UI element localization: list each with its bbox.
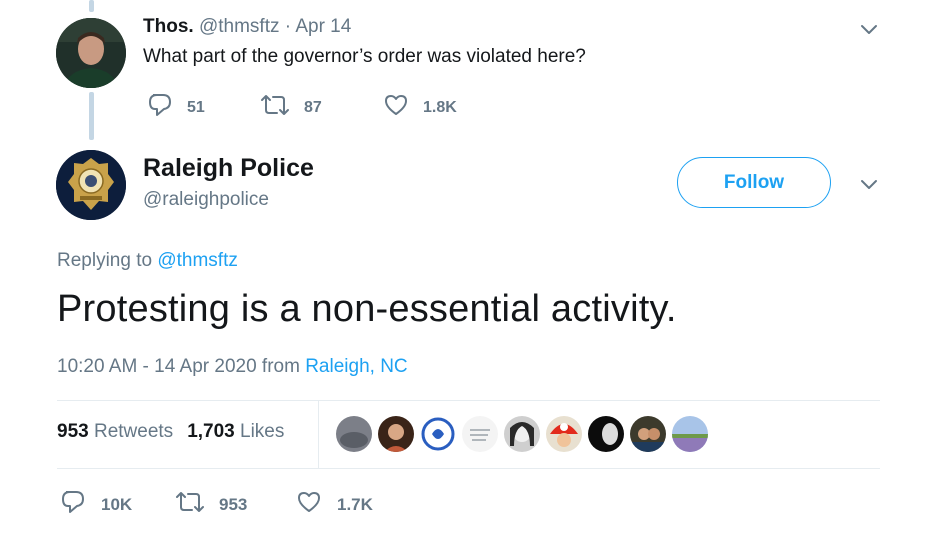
like-button[interactable]: 1.8K [383, 92, 457, 123]
heart-icon [295, 489, 337, 520]
tweet-date[interactable]: Apr 14 [295, 16, 351, 37]
like-button[interactable]: 1.7K [295, 489, 373, 520]
retweet-label: Retweets [93, 421, 174, 442]
liker-avatar[interactable] [462, 416, 498, 452]
replying-to: Replying to @thmsftz [57, 250, 238, 272]
retweet-count: 953 [219, 494, 248, 514]
divider [57, 468, 880, 469]
author-handle[interactable]: @raleighpolice [143, 189, 269, 211]
tweet-text: What part of the governor’s order was vi… [143, 46, 586, 67]
retweet-button[interactable]: 87 [260, 92, 322, 123]
liker-avatar[interactable] [336, 416, 372, 452]
retweet-total: 953 [57, 421, 89, 442]
like-count: 1.7K [337, 494, 373, 514]
reply-count: 10K [101, 494, 133, 514]
engagement-stats: 953 Retweets 1,703 Likes [57, 421, 284, 443]
chevron-down-icon[interactable] [858, 18, 880, 40]
tweet-timestamp[interactable]: 10:20 AM - 14 Apr 2020 from [57, 356, 300, 377]
liker-avatar[interactable] [588, 416, 624, 452]
author-name[interactable]: Thos. [143, 16, 194, 37]
tweet-header: Thos. @thmsftz · Apr 14 [143, 16, 351, 38]
avatar-thos[interactable] [56, 18, 126, 88]
thread-line [89, 0, 94, 12]
tweet-location[interactable]: Raleigh, NC [305, 356, 407, 377]
divider [318, 401, 319, 469]
retweet-button[interactable]: 953 [175, 489, 247, 520]
retweet-count: 87 [304, 98, 322, 116]
retweets-stat[interactable]: 953 Retweets [57, 421, 173, 442]
like-label: Likes [240, 421, 285, 442]
chevron-down-icon[interactable] [858, 173, 880, 195]
replying-prefix: Replying to [57, 250, 153, 271]
avatar-raleigh-police[interactable] [56, 150, 126, 220]
reply-icon [147, 92, 187, 123]
liker-avatar[interactable] [546, 416, 582, 452]
like-total: 1,703 [187, 421, 235, 442]
heart-icon [383, 92, 423, 123]
liker-avatar[interactable] [420, 416, 456, 452]
author-name[interactable]: Raleigh Police [143, 154, 314, 183]
meta-separator: · [284, 16, 292, 37]
divider [57, 400, 880, 401]
replying-mention[interactable]: @thmsftz [157, 250, 238, 271]
retweet-icon [260, 92, 304, 123]
follow-button[interactable]: Follow [677, 157, 831, 208]
liker-avatar[interactable] [378, 416, 414, 452]
retweet-icon [175, 489, 219, 520]
reply-icon [59, 489, 101, 520]
reply-button[interactable]: 10K [59, 489, 132, 520]
liker-avatar[interactable] [630, 416, 666, 452]
like-count: 1.8K [423, 98, 457, 116]
tweet-timestamp-row: 10:20 AM - 14 Apr 2020 from Raleigh, NC [57, 356, 408, 378]
author-handle[interactable]: @thmsftz [199, 16, 280, 37]
likes-stat[interactable]: 1,703 Likes [187, 421, 284, 442]
thread-line [89, 92, 94, 140]
reply-count: 51 [187, 98, 205, 116]
tweet-text: Protesting is a non-essential activity. [57, 288, 677, 330]
liker-avatar[interactable] [672, 416, 708, 452]
reply-button[interactable]: 51 [147, 92, 205, 123]
liker-avatar[interactable] [504, 416, 540, 452]
